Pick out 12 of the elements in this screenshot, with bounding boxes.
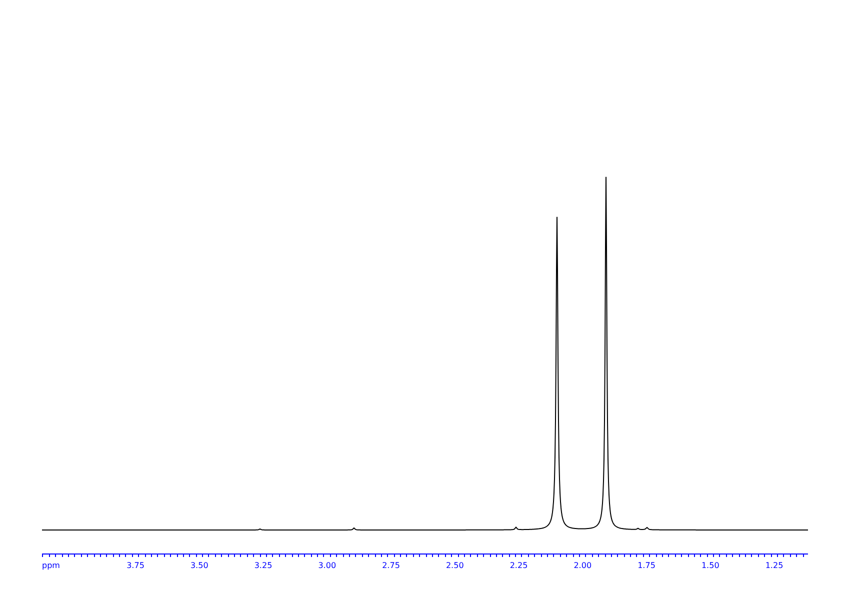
tick-label: 3.00 <box>318 561 336 570</box>
tick-label: 3.25 <box>254 561 272 570</box>
tick-label: 1.75 <box>638 561 656 570</box>
tick-label: 1.25 <box>765 561 784 570</box>
tick-label: 2.00 <box>574 561 592 570</box>
tick-label: 3.75 <box>126 561 144 570</box>
tick-label: 2.75 <box>382 561 400 570</box>
tick-label: 1.50 <box>701 561 720 570</box>
tick-label: 2.50 <box>446 561 464 570</box>
axis-unit-label: ppm <box>42 561 60 570</box>
tick-label: 2.25 <box>510 561 528 570</box>
tick-label: 3.50 <box>190 561 208 570</box>
